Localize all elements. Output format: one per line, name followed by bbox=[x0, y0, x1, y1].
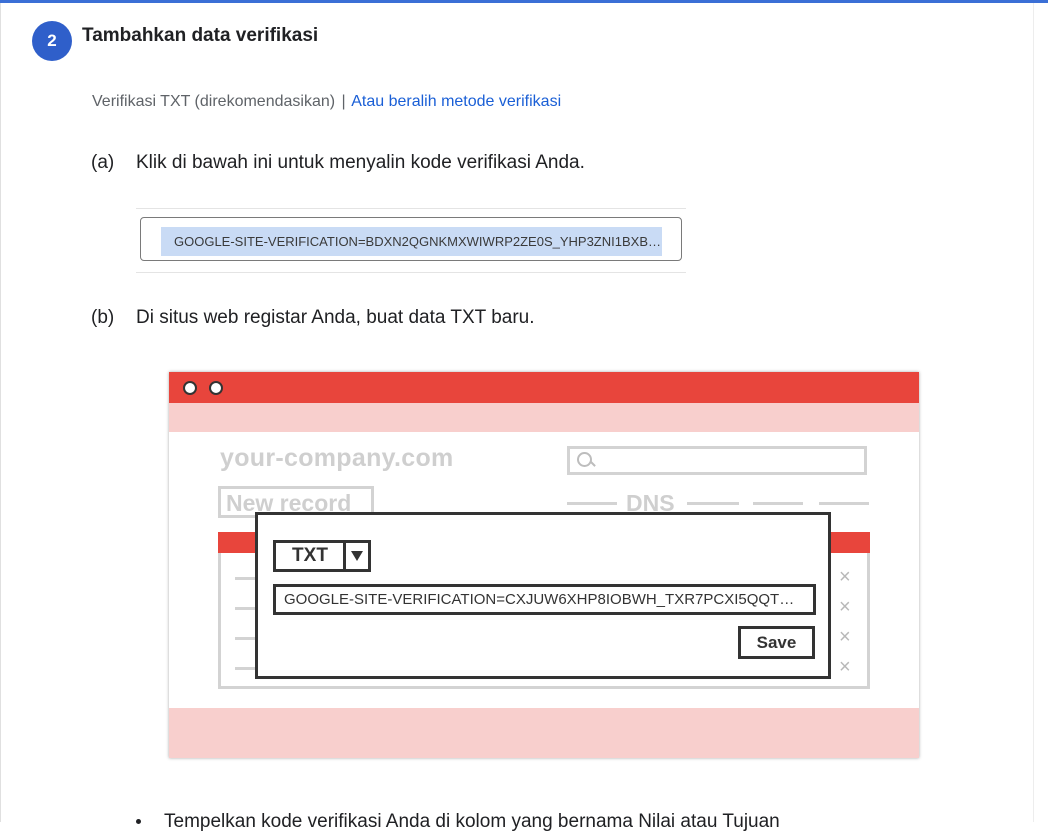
chevron-down-icon bbox=[351, 551, 363, 561]
step-number-badge: 2 bbox=[32, 21, 72, 61]
record-value-field: GOOGLE-SITE-VERIFICATION=CXJUW6XHP8IOBWH… bbox=[273, 584, 816, 615]
instruction-bullet-text: Tempelkan kode verifikasi Anda di kolom … bbox=[164, 811, 780, 832]
illustration-footer-band bbox=[169, 708, 919, 758]
step-title: Tambahkan data verifikasi bbox=[82, 25, 319, 46]
illustration-search-box bbox=[567, 446, 867, 475]
method-separator: | bbox=[341, 93, 346, 110]
table-row-line bbox=[235, 607, 257, 610]
record-type-value: TXT bbox=[292, 545, 328, 566]
select-divider bbox=[343, 543, 346, 569]
decorative-line bbox=[567, 502, 617, 505]
search-icon-handle bbox=[590, 461, 596, 467]
illustration-header-band bbox=[169, 403, 919, 432]
verification-method-line: Verifikasi TXT (direkomendasikan) | Atau… bbox=[92, 93, 561, 111]
decorative-line bbox=[819, 502, 869, 505]
illustration-domain: your-company.com bbox=[220, 444, 454, 472]
table-row-line bbox=[235, 667, 257, 670]
current-method-label: Verifikasi TXT (direkomendasikan) bbox=[92, 93, 336, 110]
registrar-illustration: your-company.com New record DNS × × × × … bbox=[169, 372, 919, 758]
window-dot-icon bbox=[209, 381, 223, 395]
table-row-line bbox=[235, 577, 257, 580]
close-icon: × bbox=[839, 626, 851, 648]
close-icon: × bbox=[839, 656, 851, 678]
window-dot-icon bbox=[183, 381, 197, 395]
close-icon: × bbox=[839, 596, 851, 618]
scrollbar-track[interactable] bbox=[1033, 3, 1048, 822]
switch-method-link[interactable]: Atau beralih metode verifikasi bbox=[351, 93, 561, 110]
illustration-window-titlebar bbox=[169, 372, 919, 403]
top-accent-bar bbox=[0, 0, 1048, 3]
search-icon bbox=[577, 452, 592, 467]
table-row-line bbox=[235, 637, 257, 640]
substep-b-label: (b) bbox=[91, 307, 115, 328]
illustration-save-button: Save bbox=[738, 626, 815, 659]
substep-a-label: (a) bbox=[91, 152, 115, 173]
left-border bbox=[0, 3, 1, 822]
substep-b-text: Di situs web registar Anda, buat data TX… bbox=[136, 307, 535, 328]
verification-code-text[interactable]: GOOGLE-SITE-VERIFICATION=BDXN2QGNKMXWIWR… bbox=[161, 227, 662, 256]
illustration-record-dialog: TXT GOOGLE-SITE-VERIFICATION=CXJUW6XHP8I… bbox=[255, 512, 831, 679]
decorative-line bbox=[753, 502, 803, 505]
substep-a-text: Klik di bawah ini untuk menyalin kode ve… bbox=[136, 152, 585, 173]
close-icon: × bbox=[839, 566, 851, 588]
decorative-line bbox=[687, 502, 739, 505]
record-type-select: TXT bbox=[273, 540, 371, 572]
